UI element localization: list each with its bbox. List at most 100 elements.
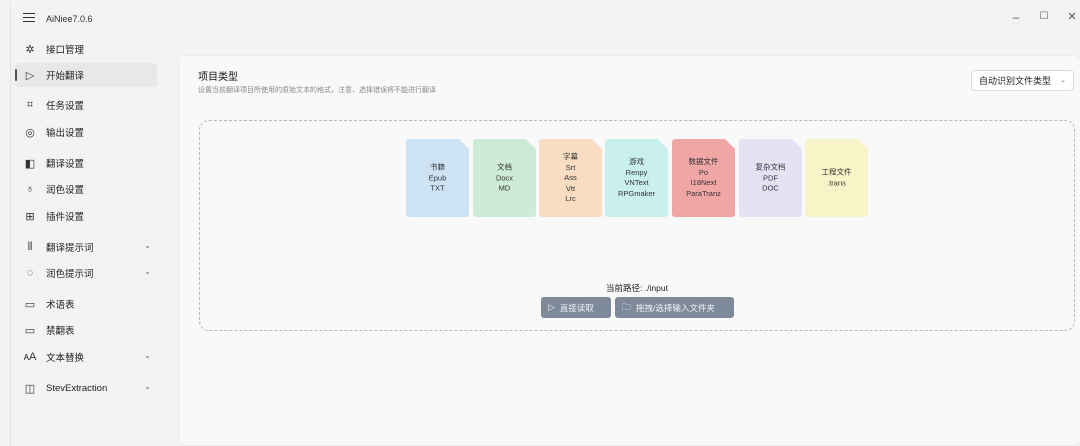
file-format: Srt bbox=[565, 162, 576, 172]
sidebar-item-0[interactable]: ✲ 接口管理 bbox=[15, 37, 157, 61]
active-indicator bbox=[15, 69, 17, 81]
sidebar-item-11[interactable]: ᴀA 文本替换 ⌄ bbox=[15, 345, 157, 369]
file-type-category: 文档 bbox=[497, 162, 512, 172]
maximize-button[interactable]: ☐ bbox=[1034, 9, 1054, 25]
page-corner-fold bbox=[725, 139, 735, 149]
app-window: AiNiee7.0.6 – ☐ ✕ ✲ 接口管理 ▷ 开始翻译 ⌗ 任务设置 ◎ 输出设置 ◧ 翻… bbox=[10, 3, 1080, 446]
title-bar: AiNiee7.0.6 – ☐ ✕ bbox=[11, 3, 1080, 35]
folder-icon: 🗀 bbox=[622, 301, 632, 312]
brush-icon: ♁ bbox=[25, 183, 35, 195]
page-corner-fold bbox=[459, 139, 469, 149]
sidebar-item-4[interactable]: ◧ 翻译设置 bbox=[15, 151, 157, 175]
play-icon: ▷ bbox=[25, 69, 35, 82]
file-type-card: 字幕 Srt Ass Vtt Lrc bbox=[539, 139, 602, 217]
file-format: Vtt bbox=[565, 183, 576, 193]
sidebar-item-label: 插件设置 bbox=[46, 212, 85, 223]
chevron-down-icon: ⌄ bbox=[144, 351, 151, 360]
extract-icon: ◫ bbox=[24, 382, 36, 395]
minimize-button[interactable]: – bbox=[1006, 9, 1026, 25]
sidebar-item-12[interactable]: ◫ StevExtraction ⌄ bbox=[15, 376, 157, 400]
sidebar-item-label: 接口管理 bbox=[46, 45, 85, 56]
current-path: 当前路径: ./input bbox=[606, 283, 668, 293]
file-type-category: 书籍 bbox=[430, 162, 445, 172]
sidebar-item-label: 禁翻表 bbox=[46, 326, 75, 337]
file-type-lines: 复杂文档 PDF DOC bbox=[739, 162, 802, 194]
file-format: VNText bbox=[624, 178, 649, 187]
sidebar-item-label: 任务设置 bbox=[46, 101, 85, 112]
sidebar-item-7[interactable]: ⫴ 翻译提示词 ⌄ bbox=[15, 235, 157, 259]
close-button[interactable]: ✕ bbox=[1062, 9, 1080, 25]
chevron-down-icon: ⌄ bbox=[144, 267, 151, 276]
file-type-category: 数据文件 bbox=[688, 157, 719, 166]
file-format: PDF bbox=[763, 172, 778, 182]
sidebar-item-6[interactable]: ⊞ 插件设置 bbox=[15, 204, 157, 228]
menu-icon[interactable] bbox=[23, 13, 37, 25]
read-button[interactable]: ▷ 直接读取 bbox=[541, 297, 611, 318]
sidebar-item-label: 输出设置 bbox=[46, 128, 85, 139]
page-corner-fold bbox=[526, 139, 536, 149]
translate-icon: ◧ bbox=[24, 157, 36, 170]
sidebar-item-label: 润色设置 bbox=[46, 185, 85, 196]
read-button-label: 直接读取 bbox=[559, 302, 594, 313]
sidebar-item-1[interactable]: ▷ 开始翻译 bbox=[15, 63, 157, 87]
sidebar-item-label: 润色提示词 bbox=[46, 269, 94, 280]
sidebar-item-2[interactable]: ⌗ 任务设置 bbox=[15, 93, 157, 117]
file-format: MD bbox=[498, 183, 511, 193]
file-format: I18Next bbox=[690, 178, 717, 187]
page-corner-fold bbox=[658, 139, 668, 149]
sidebar-item-8[interactable]: ◌ 润色提示词 ⌄ bbox=[15, 261, 157, 285]
sidebar-item-label: 术语表 bbox=[46, 300, 75, 311]
file-type-dropdown[interactable]: 自动识别文件类型 ⌄ bbox=[971, 70, 1074, 91]
select-folder-button[interactable]: 🗀 拖拽/选择输入文件夹 bbox=[615, 297, 734, 318]
book-icon: ▭ bbox=[24, 298, 36, 311]
file-type-lines: 文档 Docx MD bbox=[473, 162, 536, 194]
file-type-card: 工程文件 .trans bbox=[805, 139, 868, 217]
sidebar-item-9[interactable]: ▭ 术语表 bbox=[15, 292, 157, 316]
file-type-category: 游戏 bbox=[629, 157, 644, 166]
file-type-lines: 工程文件 .trans bbox=[805, 168, 868, 189]
sidebar: ✲ 接口管理 ▷ 开始翻译 ⌗ 任务设置 ◎ 输出设置 ◧ 翻译设置 ♁ 润色设置 ⊞ 插件设置 ⫴ 翻译提示… bbox=[11, 35, 161, 446]
task-icon: ⌗ bbox=[26, 98, 34, 111]
page-corner-fold bbox=[592, 139, 602, 149]
drop-zone[interactable]: 工程文件 .trans 复杂文档 PDF DOC 数据文件 Po I18Next ParaTra… bbox=[199, 120, 1075, 331]
chevron-down-icon: ⌄ bbox=[144, 382, 151, 391]
sidebar-item-label: 翻译设置 bbox=[46, 159, 85, 170]
file-format: Renpy bbox=[625, 167, 648, 177]
file-format: ParaTranz bbox=[686, 188, 721, 198]
file-type-card: 文档 Docx MD bbox=[473, 139, 536, 217]
file-type-card: 数据文件 Po I18Next ParaTranz bbox=[672, 139, 735, 217]
dropdown-value: 自动识别文件类型 bbox=[979, 76, 1052, 86]
chevron-down-icon: ⌄ bbox=[144, 241, 151, 250]
file-type-card: 书籍 Epub TXT bbox=[406, 139, 469, 217]
file-format: TXT bbox=[430, 183, 445, 193]
file-type-lines: 书籍 Epub TXT bbox=[406, 162, 469, 194]
file-format: Docx bbox=[495, 172, 514, 182]
file-format: DOC bbox=[762, 183, 779, 193]
file-type-card: 游戏 Renpy VNText RPGmaker bbox=[605, 139, 668, 217]
sidebar-item-label: 开始翻译 bbox=[46, 71, 85, 82]
file-type-category: 工程文件 bbox=[821, 167, 852, 177]
section-description: 设置当前翻译项目所使用的原始文本的格式，注意，选择错误将不能进行翻译 bbox=[198, 87, 436, 94]
file-format: .trans bbox=[827, 178, 846, 187]
play-icon: ▷ bbox=[548, 302, 555, 312]
sidebar-item-label: 文本替换 bbox=[46, 353, 85, 364]
sidebar-item-10[interactable]: ▭ 禁翻表 bbox=[15, 318, 157, 342]
sidebar-item-3[interactable]: ◎ 输出设置 bbox=[15, 120, 157, 144]
main-panel: 项目类型 设置当前翻译项目所使用的原始文本的格式，注意，选择错误将不能进行翻译 … bbox=[178, 55, 1080, 446]
sidebar-item-5[interactable]: ♁ 润色设置 bbox=[15, 177, 157, 201]
file-type-lines: 字幕 Srt Ass Vtt Lrc bbox=[539, 152, 602, 205]
file-type-card: 复杂文档 PDF DOC bbox=[739, 139, 802, 217]
file-format: Po bbox=[698, 167, 709, 177]
sidebar-item-label: StevExtraction bbox=[46, 382, 108, 394]
file-format: Lrc bbox=[565, 193, 576, 203]
select-folder-button-label: 拖拽/选择输入文件夹 bbox=[636, 302, 715, 313]
output-icon: ◎ bbox=[25, 126, 35, 139]
palette-icon: ◌ bbox=[26, 267, 34, 279]
chevron-down-icon: ⌄ bbox=[1060, 77, 1066, 84]
file-format: Ass bbox=[564, 172, 577, 182]
app-title: AiNiee7.0.6 bbox=[46, 14, 93, 24]
file-type-category: 字幕 bbox=[563, 151, 578, 161]
file-type-category: 复杂文档 bbox=[755, 162, 786, 172]
plugin-icon: ⊞ bbox=[25, 210, 35, 223]
file-type-lines: 数据文件 Po I18Next ParaTranz bbox=[672, 157, 735, 199]
